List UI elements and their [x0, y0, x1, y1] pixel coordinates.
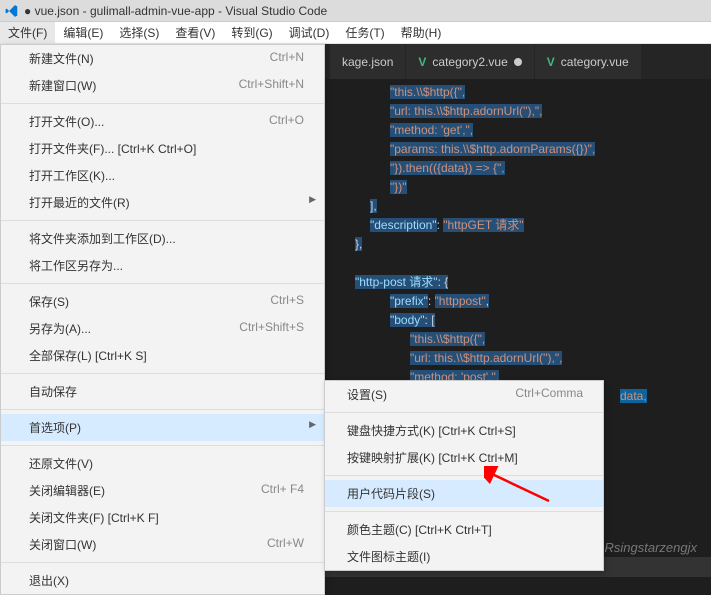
- tab-category2-vue[interactable]: V category2.vue: [406, 44, 533, 79]
- menu-select[interactable]: 选择(S): [111, 22, 167, 43]
- menu-task[interactable]: 任务(T): [337, 22, 392, 43]
- menu-file[interactable]: 文件(F): [0, 22, 55, 43]
- window-title: ● vue.json - gulimall-admin-vue-app - Vi…: [24, 4, 327, 18]
- submenu-icon-theme[interactable]: 文件图标主题(I): [325, 543, 603, 570]
- submenu-keyboard[interactable]: 键盘快捷方式(K) [Ctrl+K Ctrl+S]: [325, 417, 603, 444]
- menu-bar: 文件(F) 编辑(E) 选择(S) 查看(V) 转到(G) 调试(D) 任务(T…: [0, 22, 711, 44]
- tab-label: kage.json: [342, 55, 393, 69]
- menu-open-recent[interactable]: 打开最近的文件(R): [1, 189, 324, 216]
- menu-save-workspace[interactable]: 将工作区另存为...: [1, 252, 324, 279]
- menu-separator: [1, 409, 324, 410]
- dirty-dot-icon: [514, 58, 522, 66]
- vue-icon: V: [547, 55, 555, 69]
- tab-label: category2.vue: [432, 55, 507, 69]
- vue-icon: V: [418, 55, 426, 69]
- menu-new-file[interactable]: 新建文件(N)Ctrl+N: [1, 45, 324, 72]
- tab-category-vue[interactable]: V category.vue: [535, 44, 641, 79]
- menu-separator: [1, 103, 324, 104]
- menu-edit[interactable]: 编辑(E): [55, 22, 111, 43]
- menu-separator: [325, 511, 603, 512]
- tab-label: category.vue: [561, 55, 629, 69]
- submenu-keymap[interactable]: 按键映射扩展(K) [Ctrl+K Ctrl+M]: [325, 444, 603, 471]
- menu-separator: [1, 562, 324, 563]
- menu-new-window[interactable]: 新建窗口(W)Ctrl+Shift+N: [1, 72, 324, 99]
- menu-separator: [1, 220, 324, 221]
- submenu-color-theme[interactable]: 颜色主题(C) [Ctrl+K Ctrl+T]: [325, 516, 603, 543]
- preferences-submenu: 设置(S)Ctrl+Comma 键盘快捷方式(K) [Ctrl+K Ctrl+S…: [324, 380, 604, 571]
- menu-save-all[interactable]: 全部保存(L) [Ctrl+K S]: [1, 342, 324, 369]
- menu-save[interactable]: 保存(S)Ctrl+S: [1, 288, 324, 315]
- menu-close-editor[interactable]: 关闭编辑器(E)Ctrl+ F4: [1, 477, 324, 504]
- menu-close-folder[interactable]: 关闭文件夹(F) [Ctrl+K F]: [1, 504, 324, 531]
- menu-help[interactable]: 帮助(H): [393, 22, 450, 43]
- menu-goto[interactable]: 转到(G): [223, 22, 280, 43]
- menu-close-window[interactable]: 关闭窗口(W)Ctrl+W: [1, 531, 324, 558]
- menu-save-as[interactable]: 另存为(A)...Ctrl+Shift+S: [1, 315, 324, 342]
- menu-revert[interactable]: 还原文件(V): [1, 450, 324, 477]
- menu-open-folder[interactable]: 打开文件夹(F)... [Ctrl+K Ctrl+O]: [1, 135, 324, 162]
- vscode-logo-icon: [4, 3, 20, 19]
- menu-add-folder[interactable]: 将文件夹添加到工作区(D)...: [1, 225, 324, 252]
- file-menu-dropdown: 新建文件(N)Ctrl+N 新建窗口(W)Ctrl+Shift+N 打开文件(O…: [0, 44, 325, 595]
- submenu-settings[interactable]: 设置(S)Ctrl+Comma: [325, 381, 603, 408]
- menu-separator: [1, 373, 324, 374]
- tab-kage-json[interactable]: kage.json: [330, 44, 405, 79]
- menu-open-workspace[interactable]: 打开工作区(K)...: [1, 162, 324, 189]
- menu-open-file[interactable]: 打开文件(O)...Ctrl+O: [1, 108, 324, 135]
- submenu-user-snippets[interactable]: 用户代码片段(S): [325, 480, 603, 507]
- menu-debug[interactable]: 调试(D): [281, 22, 338, 43]
- menu-separator: [1, 445, 324, 446]
- menu-exit[interactable]: 退出(X): [1, 567, 324, 594]
- menu-separator: [325, 475, 603, 476]
- menu-view[interactable]: 查看(V): [167, 22, 223, 43]
- title-bar: ● vue.json - gulimall-admin-vue-app - Vi…: [0, 0, 711, 22]
- menu-autosave[interactable]: 自动保存: [1, 378, 324, 405]
- menu-separator: [325, 412, 603, 413]
- menu-preferences[interactable]: 首选项(P): [1, 414, 324, 441]
- menu-separator: [1, 283, 324, 284]
